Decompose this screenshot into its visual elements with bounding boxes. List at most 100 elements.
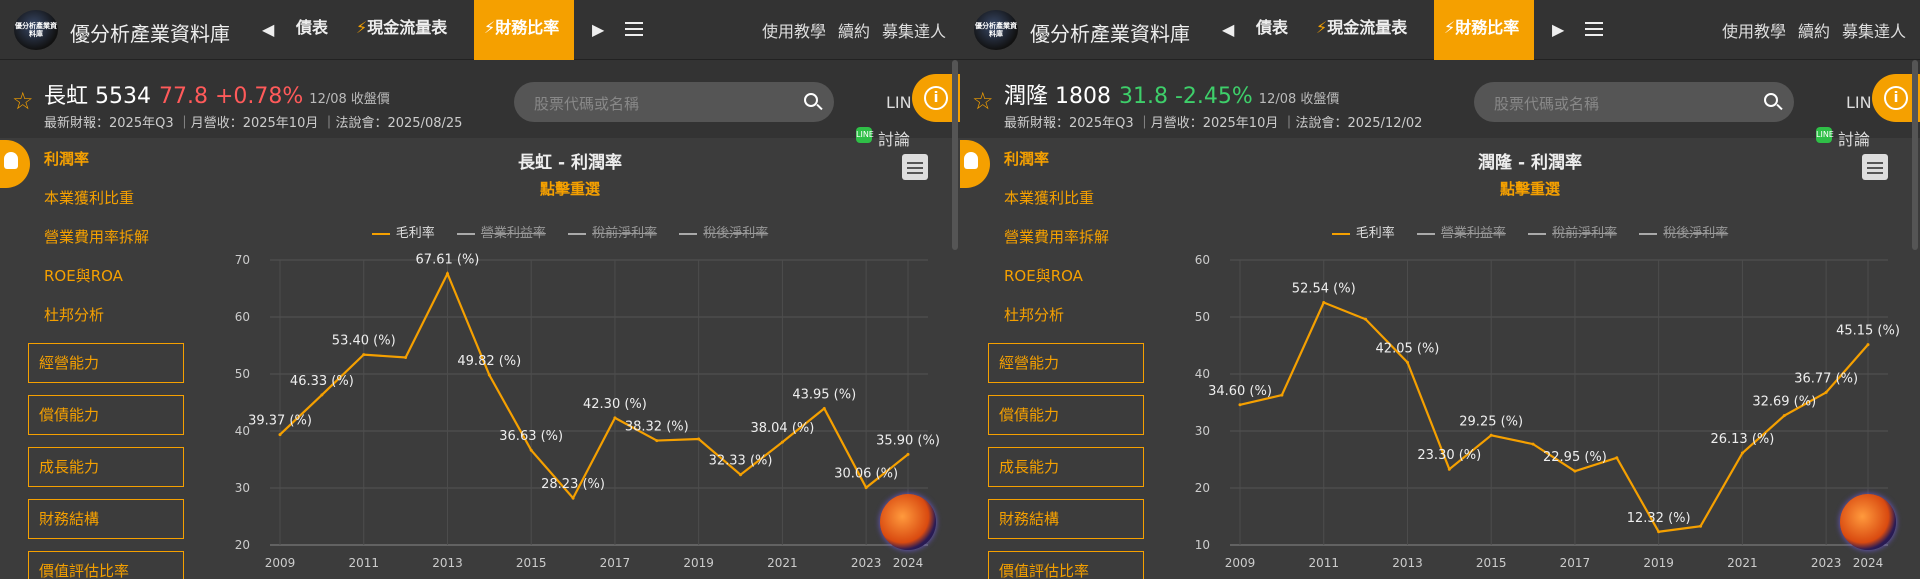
legend-swatch — [1639, 232, 1658, 235]
search-icon[interactable] — [804, 93, 818, 107]
legend-swatch — [371, 232, 390, 235]
sidebar-item-dupont[interactable]: 杜邦分析 — [28, 296, 188, 335]
nav-prev-icon[interactable]: ◀ — [262, 20, 274, 39]
star-icon[interactable]: ☆ — [12, 87, 34, 115]
link-tutorial[interactable]: 使用教學 — [1722, 22, 1786, 41]
link-renew[interactable]: 續約 — [1798, 22, 1830, 41]
y-tick-label: 70 — [235, 253, 250, 267]
assistant-orb-icon[interactable] — [880, 494, 936, 550]
x-tick-label: 2013 — [432, 556, 463, 570]
sidebar-item-expense-ratio[interactable]: 營業費用率拆解 — [988, 218, 1148, 257]
chart-menu-icon[interactable] — [1862, 154, 1888, 180]
link-recruit[interactable]: 募集達人 — [882, 22, 946, 41]
chart-menu-icon[interactable] — [902, 154, 928, 180]
legend-pretax-margin[interactable]: 稅前淨利率 — [568, 222, 657, 241]
scrollbar[interactable] — [952, 60, 958, 250]
chart-title: 長虹 - 利潤率 — [518, 153, 622, 173]
tab-label: 債表 — [296, 18, 329, 37]
sidebar-item-roe-roa[interactable]: ROE與ROA — [988, 257, 1148, 296]
legend-operating-margin[interactable]: 營業利益率 — [456, 222, 546, 241]
profit-margin-chart: 10 20 30 40 50 60 2009 2011 2013 2015 2017 2019 2021… — [1160, 140, 1900, 579]
sidebar-box-operating[interactable]: 經營能力 — [28, 343, 184, 383]
tab-financial-ratios[interactable]: ⚡財務比率 — [1434, 0, 1534, 60]
series-line — [279, 270, 909, 501]
sidebar-box-structure[interactable]: 財務結構 — [28, 499, 184, 539]
tab-financial-ratios[interactable]: ⚡財務比率 — [474, 0, 574, 60]
brand-logo[interactable]: 優分析產業資料庫 — [974, 10, 1018, 50]
sidebar-box-valuation[interactable]: 價值評估比率 — [988, 551, 1144, 579]
legend-operating-margin[interactable]: 營業利益率 — [1416, 222, 1506, 241]
sidebar-box-solvency[interactable]: 償債能力 — [28, 395, 184, 435]
tab-balance-sheet[interactable]: 債表 — [1256, 0, 1288, 60]
legend-label: 毛利率 — [1355, 226, 1395, 241]
sidebar-item-expense-ratio[interactable]: 營業費用率拆解 — [28, 218, 188, 257]
hamburger-menu-icon[interactable] — [1585, 22, 1603, 36]
data-point — [906, 452, 910, 456]
x-tick-label: 2019 — [683, 556, 714, 570]
tab-balance-sheet[interactable]: 債表 — [296, 0, 328, 60]
tips-button[interactable] — [0, 140, 30, 188]
search-box[interactable]: 股票代碼或名稱 — [514, 82, 834, 122]
data-point — [1824, 390, 1828, 394]
x-tick-label: 2009 — [1225, 556, 1256, 570]
sidebar-item-profit-margin[interactable]: 利潤率 — [988, 140, 1148, 179]
tips-button[interactable] — [960, 140, 990, 188]
line-link[interactable]: LIN — [1846, 93, 1872, 112]
nav-next-icon[interactable]: ▶ — [1552, 20, 1564, 39]
search-input[interactable]: 股票代碼或名稱 — [1494, 93, 1599, 114]
sidebar-item-dupont[interactable]: 杜邦分析 — [988, 296, 1148, 335]
stock-price: 31.8 — [1118, 84, 1168, 109]
tab-cash-flow[interactable]: ⚡現金流量表 — [356, 0, 447, 60]
star-icon[interactable]: ☆ — [972, 87, 994, 115]
x-tick-label: 2024 — [893, 556, 924, 570]
reselect-link[interactable]: 點擊重選 — [200, 178, 940, 199]
brand-title[interactable]: 優分析產業資料庫 — [70, 18, 230, 47]
sidebar-item-core-profit[interactable]: 本業獲利比重 — [988, 179, 1148, 218]
legend-label: 營業利益率 — [480, 226, 546, 241]
data-point — [320, 393, 324, 397]
nav-next-icon[interactable]: ▶ — [592, 20, 604, 39]
legend-pretax-margin[interactable]: 稅前淨利率 — [1528, 222, 1617, 241]
scrollbar[interactable] — [1912, 60, 1918, 250]
right-links: 使用教學 續約 募集達人 — [750, 18, 946, 42]
brand-title[interactable]: 優分析產業資料庫 — [1030, 18, 1190, 47]
tab-label: 財務比率 — [495, 18, 560, 37]
line-link[interactable]: LIN — [886, 93, 912, 112]
sidebar-box-growth[interactable]: 成長能力 — [28, 447, 184, 487]
sidebar-box-growth[interactable]: 成長能力 — [988, 447, 1144, 487]
search-input[interactable]: 股票代碼或名稱 — [534, 93, 639, 114]
y-tick-label: 10 — [1195, 538, 1210, 552]
sidebar-box-operating[interactable]: 經營能力 — [988, 343, 1144, 383]
sidebar-item-profit-margin[interactable]: 利潤率 — [28, 140, 188, 179]
search-icon[interactable] — [1764, 93, 1778, 107]
app-root: 優分析產業資料庫 優分析產業資料庫 ◀ 債表 ⚡現金流量表 ⚡財務比率 ▶ 使用… — [0, 0, 1920, 579]
tab-cash-flow[interactable]: ⚡現金流量表 — [1316, 0, 1407, 60]
data-label: 26.13 (%) — [1710, 432, 1774, 447]
legend-gross-margin[interactable]: 毛利率 — [371, 222, 435, 241]
search-box[interactable]: 股票代碼或名稱 — [1474, 82, 1794, 122]
assistant-orb-icon[interactable] — [1840, 494, 1896, 550]
link-recruit[interactable]: 募集達人 — [1842, 22, 1906, 41]
sidebar-box-structure[interactable]: 財務結構 — [988, 499, 1144, 539]
link-renew[interactable]: 續約 — [838, 22, 870, 41]
data-label: 32.33 (%) — [709, 454, 773, 469]
hamburger-menu-icon[interactable] — [625, 22, 643, 36]
sidebar-box-valuation[interactable]: 價值評估比率 — [28, 551, 184, 579]
legend-net-margin[interactable]: 稅後淨利率 — [679, 222, 768, 241]
data-label: 42.30 (%) — [583, 397, 647, 412]
sidebar-box-solvency[interactable]: 償債能力 — [988, 395, 1144, 435]
brand-logo[interactable]: 優分析產業資料庫 — [14, 10, 58, 50]
line-chart-svg: 2030405060702009 2011 2013 2015 2017 2019 2021… — [235, 253, 940, 570]
legend-net-margin[interactable]: 稅後淨利率 — [1639, 222, 1728, 241]
sidebar-item-core-profit[interactable]: 本業獲利比重 — [28, 179, 188, 218]
data-point — [278, 433, 282, 437]
reselect-link[interactable]: 點擊重選 — [1160, 178, 1900, 199]
right-links: 使用教學 續約 募集達人 — [1710, 18, 1906, 42]
tab-label: 現金流量表 — [367, 18, 448, 37]
sidebar-item-roe-roa[interactable]: ROE與ROA — [28, 257, 188, 296]
legend-gross-margin[interactable]: 毛利率 — [1331, 222, 1395, 241]
nav-prev-icon[interactable]: ◀ — [1222, 20, 1234, 39]
data-point — [445, 272, 449, 276]
link-tutorial[interactable]: 使用教學 — [762, 22, 826, 41]
ratio-sidebar: 利潤率 本業獲利比重 營業費用率拆解 ROE與ROA 杜邦分析 經營能力 償債能… — [28, 140, 188, 579]
